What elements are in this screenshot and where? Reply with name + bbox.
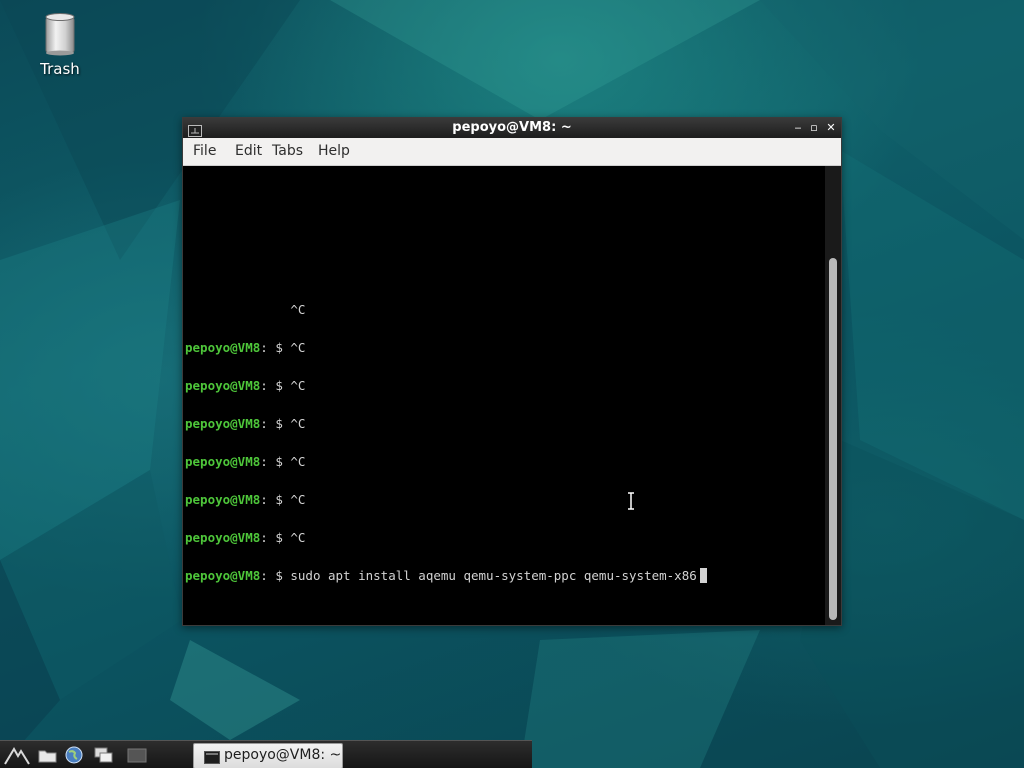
show-desktop-icon[interactable] [126, 745, 148, 765]
terminal-scrollbar[interactable] [825, 166, 841, 625]
prompt-user: pepoyo@VM8 [185, 454, 261, 469]
minimize-button[interactable]: ‒ [791, 121, 805, 135]
terminal-line: pepoyo@VM8: $ ^C [185, 376, 823, 395]
terminal-output[interactable]: ^C pepoyo@VM8: $ ^C pepoyo@VM8: $ ^C pep… [183, 166, 825, 625]
terminal-line: pepoyo@VM8: $ ^C [185, 452, 823, 471]
terminal-line: pepoyo@VM8: $ ^C [185, 414, 823, 433]
terminal-window: pepoyo@VM8: ~ ‒ ▫ ✕ File Edit Tabs Help … [182, 117, 842, 626]
terminal-line-current: pepoyo@VM8: $ sudo apt install aqemu qem… [185, 566, 823, 585]
terminal-lines: ^C pepoyo@VM8: $ ^C pepoyo@VM8: $ ^C pep… [185, 281, 823, 623]
prompt-user: pepoyo@VM8 [185, 378, 261, 393]
desktop-icon-label: Trash [40, 60, 80, 78]
menu-bar: File Edit Tabs Help [183, 138, 841, 166]
terminal-icon [204, 749, 220, 764]
terminal-line: pepoyo@VM8: $ ^C [185, 528, 823, 547]
menu-file[interactable]: File [189, 138, 220, 165]
prompt-separator: : $ [260, 530, 291, 545]
prompt-user: pepoyo@VM8 [185, 492, 261, 507]
prompt-separator: : $ [260, 378, 291, 393]
prompt-user: pepoyo@VM8 [185, 568, 261, 583]
line-text: ^C [290, 454, 306, 469]
prompt-separator: : $ [260, 340, 291, 355]
line-text: ^C [290, 340, 306, 355]
terminal-line: pepoyo@VM8: $ ^C [185, 490, 823, 509]
current-command: sudo apt install aqemu qemu-system-ppc q… [290, 568, 697, 583]
close-button[interactable]: ✕ [824, 121, 838, 135]
maximize-button[interactable]: ▫ [807, 121, 821, 135]
prompt-user: pepoyo@VM8 [185, 340, 261, 355]
web-browser-icon[interactable] [63, 745, 85, 765]
window-titlebar[interactable]: pepoyo@VM8: ~ ‒ ▫ ✕ [183, 118, 841, 138]
line-text: ^C [290, 378, 306, 393]
menu-tabs[interactable]: Tabs [268, 138, 307, 165]
line-text: ^C [290, 530, 306, 545]
start-menu-icon[interactable] [4, 745, 30, 765]
ibeam-cursor-icon [627, 492, 635, 510]
menu-edit[interactable]: Edit [231, 138, 266, 165]
prompt-separator: : $ [260, 416, 291, 431]
desktop-icon-trash[interactable]: Trash [28, 12, 92, 78]
file-manager-icon[interactable] [37, 745, 59, 765]
terminal-line: ^C [185, 302, 306, 317]
window-switcher-icon[interactable] [93, 745, 115, 765]
text-cursor [699, 568, 707, 583]
trash-icon [43, 12, 77, 56]
prompt-separator: : $ [260, 492, 291, 507]
line-text: ^C [290, 416, 306, 431]
taskbar-button-label: pepoyo@VM8: ~ [224, 747, 342, 763]
line-text: ^C [290, 492, 306, 507]
prompt-separator: : $ [260, 568, 291, 583]
menu-help[interactable]: Help [314, 138, 354, 165]
prompt-user: pepoyo@VM8 [185, 530, 261, 545]
taskbar: pepoyo@VM8: ~ [0, 740, 532, 768]
window-title: pepoyo@VM8: ~ [452, 120, 572, 135]
terminal-line: pepoyo@VM8: $ ^C [185, 338, 823, 357]
prompt-separator: : $ [260, 454, 291, 469]
taskbar-terminal-button[interactable]: pepoyo@VM8: ~ [193, 743, 343, 768]
scrollbar-thumb[interactable] [829, 258, 837, 620]
prompt-user: pepoyo@VM8 [185, 416, 261, 431]
